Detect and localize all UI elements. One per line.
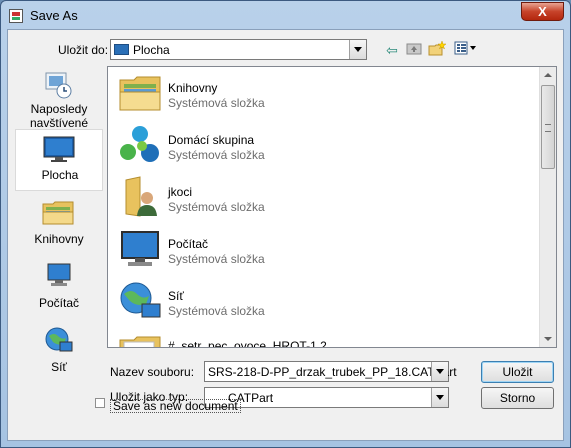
- save-as-new-checkbox[interactable]: [95, 398, 105, 408]
- file-type: Systémová složka: [168, 252, 265, 266]
- place-label: Naposledy navštívené: [29, 102, 89, 130]
- place-recent[interactable]: Naposledy navštívené: [15, 66, 103, 130]
- file-name: Síť: [168, 289, 184, 303]
- chevron-down-icon[interactable]: [431, 388, 448, 407]
- network-icon: [120, 282, 161, 318]
- file-name: Počítač: [168, 237, 209, 251]
- place-label: Síť: [51, 360, 67, 374]
- file-name: Knihovny: [168, 81, 218, 95]
- location-value: Plocha: [133, 43, 170, 57]
- scroll-up-button[interactable]: [540, 67, 556, 84]
- computer-icon: [121, 231, 159, 266]
- list-item[interactable]: Knihovny Systémová složka: [108, 67, 540, 119]
- filename-input[interactable]: SRS-218-D-PP_drzak_trubek_PP_18.CATPart: [208, 365, 457, 379]
- desktop-icon: [114, 44, 129, 55]
- list-item[interactable]: Domácí skupina Systémová složka: [108, 119, 540, 171]
- cancel-button[interactable]: Storno: [481, 387, 554, 409]
- save-as-new-label: Save as new document: [110, 399, 241, 413]
- dialog-body: Uložit do: Plocha ⇦ Naposledy navštívené…: [7, 29, 564, 441]
- views-menu-icon[interactable]: [454, 41, 478, 59]
- filename-label: Nazev souboru:: [110, 365, 195, 379]
- places-bar: Naposledy navštívené Plocha Knihovny Poč…: [15, 66, 103, 384]
- place-computer[interactable]: Počítač: [15, 258, 103, 320]
- filename-combo[interactable]: SRS-218-D-PP_drzak_trubek_PP_18.CATPart: [204, 361, 457, 382]
- file-type: Systémová složka: [168, 304, 265, 318]
- filetype-dropdown[interactable]: CATPart: [204, 387, 449, 408]
- file-type: Systémová složka: [168, 200, 265, 214]
- save-as-dialog: Save As X Uložit do: Plocha ⇦ Naposledy …: [0, 0, 571, 448]
- list-item[interactable]: #_setr_pec_ovoce_HROT-1.2: [108, 327, 540, 348]
- desktop-icon: [43, 136, 75, 162]
- up-folder-icon[interactable]: [405, 41, 423, 59]
- file-list[interactable]: Knihovny Systémová složka Domácí skupina…: [107, 66, 557, 348]
- save-button[interactable]: Uložit: [481, 361, 554, 383]
- recent-places-icon: [45, 72, 72, 99]
- libraries-icon: [42, 201, 74, 225]
- file-name: #_setr_pec_ovoce_HROT-1.2: [168, 339, 327, 348]
- list-item[interactable]: jkoci Systémová složka: [108, 171, 540, 223]
- libraries-folder-icon: [119, 76, 161, 111]
- place-libraries[interactable]: Knihovny: [15, 194, 103, 256]
- app-icon: [9, 9, 23, 23]
- file-name: Domácí skupina: [168, 133, 255, 147]
- user-folder-icon: [125, 176, 157, 217]
- close-button[interactable]: X: [521, 2, 564, 21]
- list-item[interactable]: Počítač Systémová složka: [108, 223, 540, 275]
- scroll-thumb[interactable]: [541, 85, 555, 169]
- new-folder-icon[interactable]: [428, 40, 447, 59]
- list-item[interactable]: Síť Systémová složka: [108, 275, 540, 327]
- back-arrow-icon[interactable]: ⇦: [383, 41, 401, 59]
- place-label: Počítač: [38, 296, 80, 310]
- computer-icon: [47, 263, 71, 286]
- place-network[interactable]: Síť: [15, 322, 103, 384]
- chevron-down-icon[interactable]: [431, 362, 448, 381]
- file-name: jkoci: [168, 185, 193, 199]
- title-bar[interactable]: Save As X: [1, 1, 570, 29]
- place-label: Knihovny: [34, 232, 84, 246]
- vertical-scrollbar[interactable]: [539, 67, 556, 347]
- scroll-down-button[interactable]: [540, 330, 556, 347]
- file-type: Systémová složka: [168, 148, 265, 162]
- folder-icon: [119, 336, 161, 347]
- homegroup-icon: [120, 126, 159, 162]
- chevron-down-icon[interactable]: [349, 40, 366, 59]
- location-dropdown[interactable]: Plocha: [110, 39, 367, 60]
- place-desktop[interactable]: Plocha: [15, 129, 103, 191]
- save-in-label: Uložit do:: [58, 43, 109, 57]
- window-title: Save As: [30, 8, 78, 23]
- network-icon: [45, 327, 73, 352]
- place-label: Plocha: [41, 168, 79, 182]
- file-type: Systémová složka: [168, 96, 265, 110]
